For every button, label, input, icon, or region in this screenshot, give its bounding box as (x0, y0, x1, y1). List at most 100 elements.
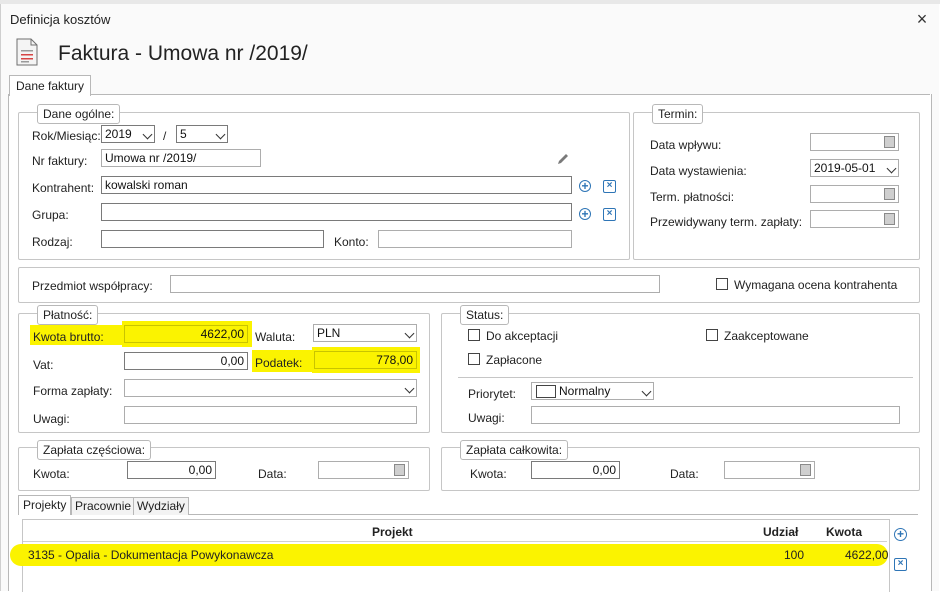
invoice-no-field[interactable]: Umowa nr /2019/ (101, 149, 261, 167)
column-header-share[interactable]: Udział (763, 525, 798, 539)
status-divider (458, 377, 913, 378)
to-accept-checkbox[interactable] (468, 329, 480, 341)
clear-group-icon[interactable]: × (603, 208, 616, 221)
chevron-down-icon (886, 163, 897, 174)
group-field[interactable] (101, 203, 572, 221)
full-amount-field[interactable]: 0,00 (531, 461, 620, 479)
chevron-down-icon (404, 328, 415, 339)
accepted-checkbox[interactable] (706, 329, 718, 341)
add-group-icon[interactable]: + (579, 208, 591, 220)
status-notes-label: Uwagi: (468, 411, 505, 425)
document-icon (16, 38, 38, 66)
payment-term-field[interactable] (810, 185, 899, 203)
paid-checkbox[interactable] (468, 353, 480, 365)
partial-amount-label: Kwota: (33, 467, 70, 481)
year-month-label: Rok/Miesiąc: (32, 129, 101, 143)
issue-date-value: 2019-05-01 (814, 161, 876, 175)
calendar-icon[interactable] (800, 464, 811, 476)
payment-notes-field[interactable] (124, 406, 417, 424)
priority-label: Priorytet: (468, 387, 517, 401)
year-value: 2019 (105, 127, 132, 141)
grid-header-divider (23, 541, 887, 542)
priority-select[interactable]: Normalny (531, 382, 654, 400)
account-label: Konto: (334, 235, 369, 249)
calendar-icon[interactable] (884, 213, 895, 225)
accepted-label: Zaakceptowane (724, 329, 809, 343)
calendar-icon[interactable] (884, 188, 895, 200)
calendar-icon[interactable] (884, 136, 895, 148)
tab-projects[interactable]: Projekty (18, 495, 72, 515)
gross-amount-label: Kwota brutto: (33, 330, 104, 344)
clear-contractor-icon[interactable]: × (603, 180, 616, 193)
add-contractor-icon[interactable]: + (579, 180, 591, 192)
year-select[interactable]: 2019 (101, 125, 155, 143)
currency-value: PLN (317, 326, 341, 340)
calendar-icon[interactable] (394, 464, 405, 476)
tab-workshops[interactable]: Pracownie (71, 497, 136, 515)
general-legend: Dane ogólne: (37, 104, 121, 124)
chevron-down-icon (641, 386, 652, 397)
inflow-date-field[interactable] (810, 133, 899, 151)
gross-amount-field[interactable]: 4622,00 (124, 325, 248, 343)
tab-invoice-data[interactable]: Dane faktury (9, 75, 92, 96)
share-cell: 100 (784, 548, 805, 562)
kind-field[interactable] (101, 230, 324, 248)
payment-term-label: Term. płatności: (650, 190, 735, 204)
status-notes-field[interactable] (531, 406, 900, 424)
chevron-down-icon (404, 383, 415, 394)
rating-required-label: Wymagana ocena kontrahenta (734, 278, 898, 292)
account-field[interactable] (378, 230, 572, 248)
tab-departments[interactable]: Wydziały (133, 497, 189, 515)
priority-value: Normalny (559, 384, 611, 398)
priority-color-swatch (536, 385, 556, 398)
vat-field[interactable]: 0,00 (124, 352, 248, 370)
rating-required-checkbox[interactable] (716, 278, 728, 290)
tab-strip-line (8, 94, 930, 95)
pencil-icon[interactable] (556, 152, 570, 166)
vat-label: Vat: (33, 358, 54, 372)
term-legend: Termin: (652, 104, 704, 124)
project-cell: 3135 - Opalia - Dokumentacja Powykonawcz… (28, 548, 274, 562)
full-payment-legend: Zapłata całkowita: (460, 440, 569, 460)
table-row[interactable]: 3135 - Opalia - Dokumentacja Powykonawcz… (14, 545, 888, 565)
full-date-field[interactable] (724, 461, 815, 479)
currency-label: Waluta: (255, 330, 296, 344)
issue-date-select[interactable]: 2019-05-01 (810, 159, 899, 177)
column-header-project[interactable]: Projekt (372, 525, 413, 539)
amount-cell: 4622,00 (845, 548, 889, 562)
dialog-title: Definicja kosztów (10, 12, 111, 27)
full-amount-label: Kwota: (470, 467, 507, 481)
currency-select[interactable]: PLN (313, 324, 417, 342)
kind-label: Rodzaj: (32, 235, 73, 249)
payment-form-select[interactable] (124, 379, 417, 397)
paid-label: Zapłacone (486, 353, 543, 367)
partial-date-field[interactable] (318, 461, 409, 479)
close-icon[interactable]: × (913, 10, 931, 28)
column-header-amount[interactable]: Kwota (826, 525, 862, 539)
remove-project-icon[interactable]: × (894, 558, 907, 571)
expected-term-field[interactable] (810, 210, 899, 228)
chevron-down-icon (142, 129, 153, 140)
payment-notes-label: Uwagi: (33, 412, 70, 426)
group-label: Grupa: (32, 208, 69, 222)
contractor-field[interactable]: kowalski roman (101, 176, 572, 194)
inflow-date-label: Data wpływu: (650, 138, 722, 152)
contractor-label: Kontrahent: (32, 181, 95, 195)
month-select[interactable]: 5 (176, 125, 228, 143)
expected-term-label: Przewidywany term. zapłaty: (650, 215, 803, 229)
subject-field[interactable] (170, 275, 660, 293)
to-accept-label: Do akceptacji (486, 329, 559, 343)
full-date-label: Data: (670, 467, 699, 481)
tax-label: Podatek: (255, 356, 303, 370)
chevron-down-icon (215, 129, 226, 140)
issue-date-label: Data wystawienia: (650, 164, 747, 178)
payment-form-label: Forma zapłaty: (33, 384, 113, 398)
add-project-icon[interactable]: + (894, 528, 907, 541)
partial-payment-legend: Zapłata częściowa: (37, 440, 152, 460)
subject-label: Przedmiot współpracy: (32, 279, 153, 293)
payment-legend: Płatność: (37, 305, 99, 325)
page-title: Faktura - Umowa nr /2019/ (58, 42, 308, 65)
partial-amount-field[interactable]: 0,00 (127, 461, 216, 479)
tax-field[interactable]: 778,00 (314, 351, 417, 369)
partial-date-label: Data: (258, 467, 287, 481)
